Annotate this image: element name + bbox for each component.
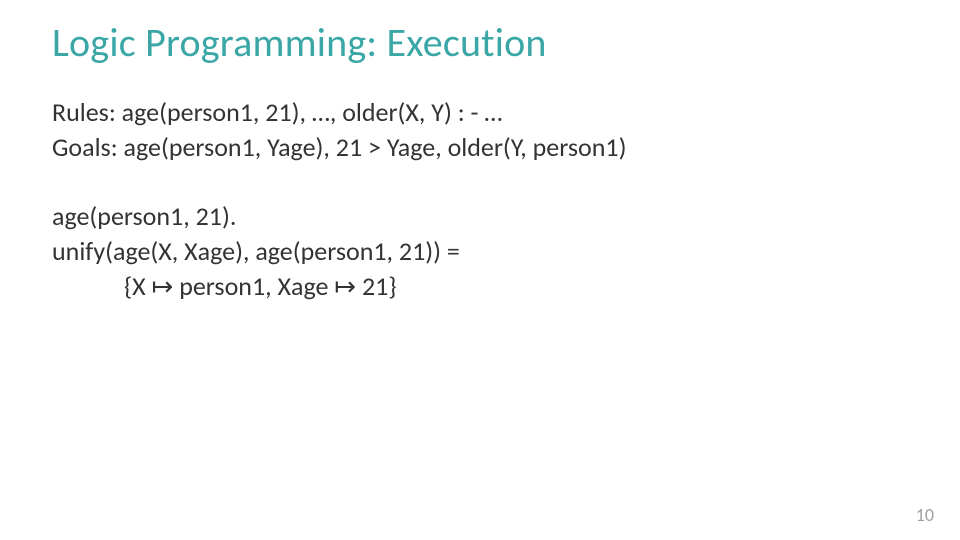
fact-line: age(person1, 21). — [52, 199, 920, 234]
goals-line: Goals: age(person1, Yage), 21 > Yage, ol… — [52, 130, 920, 165]
rules-line: Rules: age(person1, 21), …, older(X, Y) … — [52, 95, 920, 130]
substitution-line: {X ↦ person1, Xage ↦ 21} — [52, 269, 920, 304]
slide-title: Logic Programming: Execution — [52, 18, 920, 67]
slide-body: Rules: age(person1, 21), …, older(X, Y) … — [52, 95, 920, 304]
unify-line: unify(age(X, Xage), age(person1, 21)) = — [52, 234, 920, 269]
unification-block: age(person1, 21). unify(age(X, Xage), ag… — [52, 199, 920, 304]
slide: Logic Programming: Execution Rules: age(… — [0, 0, 960, 540]
rules-goals-block: Rules: age(person1, 21), …, older(X, Y) … — [52, 95, 920, 165]
page-number: 10 — [916, 504, 934, 526]
